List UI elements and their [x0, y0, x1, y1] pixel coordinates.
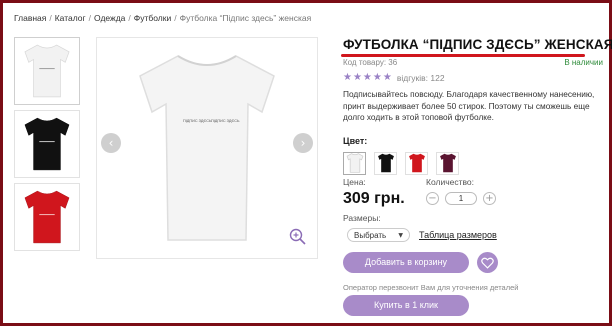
color-swatches [343, 151, 603, 175]
breadcrumb-separator: / [88, 13, 92, 23]
quantity-block: Количество: − 1 + [426, 177, 496, 205]
thumbnail-red[interactable] [14, 183, 80, 251]
breadcrumb-home[interactable]: Главная [14, 13, 46, 23]
quantity-plus-button[interactable]: + [483, 192, 496, 205]
thumbnail-white[interactable] [14, 37, 80, 105]
tshirt-main-image: ПІДПИС ЗДЄСЬ ПІДПИС ЗДЄСЬ [139, 55, 275, 241]
breadcrumb-separator: / [174, 13, 177, 23]
breadcrumb: Главная / Каталог / Одежда / Футболки / Футболка… [14, 13, 311, 23]
thumbnail-list [14, 37, 80, 256]
wishlist-button[interactable] [477, 252, 498, 273]
breadcrumb-clothing[interactable]: Одежда [94, 13, 125, 23]
heart-icon [481, 257, 494, 269]
breadcrumb-tshirts[interactable]: Футболки [134, 13, 171, 23]
breadcrumb-catalog[interactable]: Каталог [55, 13, 86, 23]
tshirt-burgundy-icon [439, 153, 456, 173]
gallery-next-button[interactable]: › [293, 133, 313, 153]
price-label: Цена: [343, 177, 366, 187]
product-description: Подписывайтесь повсюду. Благодаря качест… [343, 89, 595, 122]
sizes-block: Размеры: Выбрать ▼ Таблица размеров [343, 213, 497, 242]
main-product-image: ПІДПИС ЗДЄСЬ ПІДПИС ЗДЄСЬ ‹ › [96, 37, 318, 259]
review-count[interactable]: відгуків: 122 [397, 73, 445, 83]
size-table-link[interactable]: Таблица размеров [419, 230, 497, 240]
star-rating-icon: ★★★★★ [343, 72, 393, 83]
rating: ★★★★★ відгуків: 122 [343, 72, 603, 83]
add-to-cart-button[interactable]: Добавить в корзину [343, 252, 469, 273]
print-right: ПІДПИС ЗДЄСЬ [211, 119, 240, 123]
swatch-burgundy[interactable] [436, 151, 459, 175]
title-underline-mark [341, 54, 585, 57]
price-value: 309 грн. [343, 190, 405, 207]
sizes-row: Выбрать ▼ Таблица размеров [343, 228, 497, 242]
swatch-white[interactable] [343, 151, 366, 175]
product-info: ФУТБОЛКА “ПІДПИС ЗДЄСЬ” ЖЕНСКАЯ Код това… [341, 37, 612, 175]
print-left: ПІДПИС ЗДЄСЬ [183, 119, 212, 123]
quantity-minus-button[interactable]: − [426, 192, 439, 205]
breadcrumb-separator: / [128, 13, 131, 23]
tshirt-red-image [24, 190, 70, 244]
code-row: Код товару: 36 В наличии [343, 58, 603, 67]
zoom-icon[interactable] [289, 228, 307, 246]
chevron-down-icon: ▼ [398, 231, 403, 239]
tshirt-white-icon [346, 153, 363, 173]
quantity-label: Количество: [426, 177, 475, 187]
breadcrumb-separator: / [49, 13, 52, 23]
stock-status: В наличии [564, 58, 603, 67]
quantity-input[interactable]: 1 [445, 192, 477, 205]
tshirt-black-icon [377, 153, 394, 173]
buy-one-click-button[interactable]: Купить в 1 клик [343, 295, 469, 316]
product-title: ФУТБОЛКА “ПІДПИС ЗДЄСЬ” ЖЕНСКАЯ [343, 37, 612, 52]
gallery-prev-button[interactable]: ‹ [101, 133, 121, 153]
breadcrumb-current: Футболка “Підпис здесь” женская [179, 13, 312, 23]
swatch-black[interactable] [374, 151, 397, 175]
size-select-value: Выбрать [354, 230, 387, 240]
swatch-red[interactable] [405, 151, 428, 175]
thumbnail-black[interactable] [14, 110, 80, 178]
product-code: Код товару: 36 [343, 58, 398, 67]
quantity-stepper: − 1 + [426, 192, 496, 205]
color-label: Цвет: [343, 135, 368, 146]
callback-note: Оператор перезвонит Вам для уточнения де… [343, 283, 519, 292]
tshirt-red-icon [408, 153, 425, 173]
size-select[interactable]: Выбрать ▼ [347, 228, 410, 242]
tshirt-black-image [24, 117, 70, 171]
price-block: Цена: 309 грн. [343, 177, 405, 208]
sizes-label: Размеры: [343, 213, 381, 223]
tshirt-white-image [24, 44, 70, 98]
